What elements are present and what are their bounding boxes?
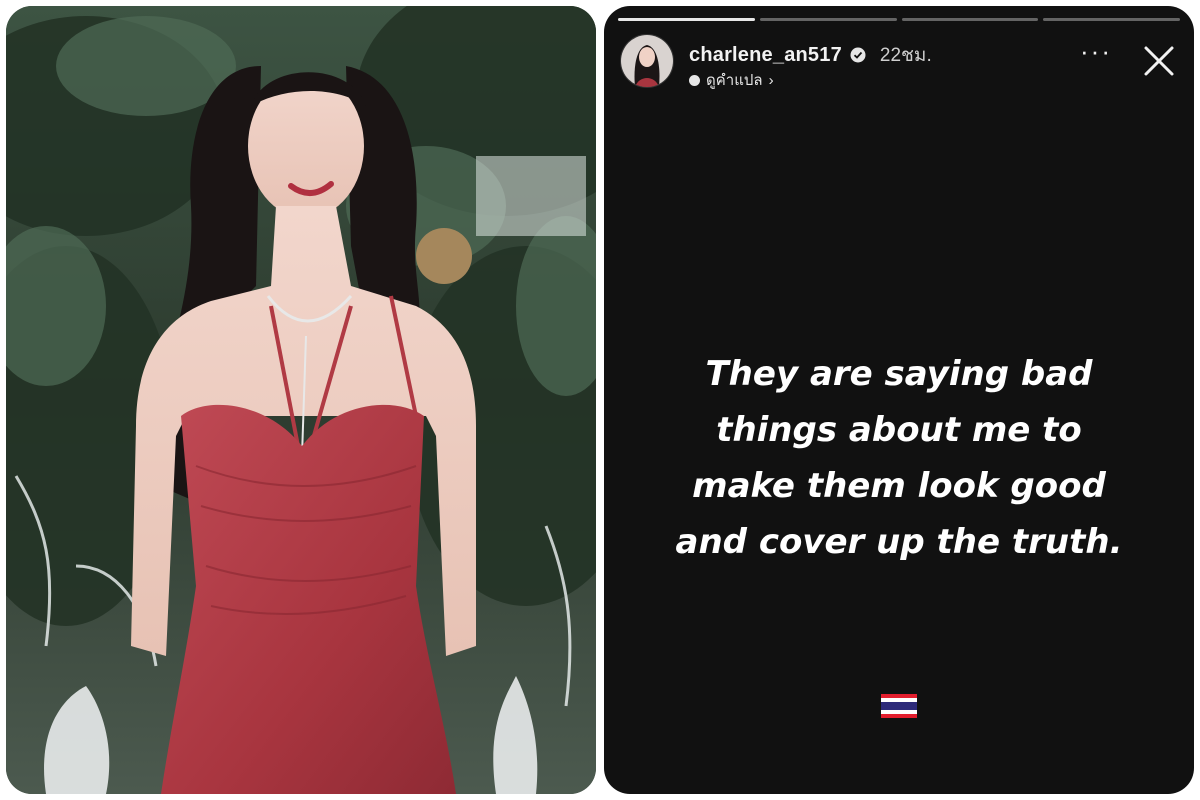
thailand-flag-icon bbox=[881, 694, 917, 718]
translate-label: ดูคำแปล bbox=[706, 72, 763, 89]
story-text-line: things about me to bbox=[716, 410, 1082, 450]
story-text-line: make them look good bbox=[692, 466, 1106, 506]
progress-segment bbox=[1043, 18, 1180, 21]
avatar[interactable] bbox=[620, 34, 674, 88]
close-icon[interactable] bbox=[1142, 44, 1176, 78]
story-text: They are saying bad things about me to m… bbox=[634, 346, 1164, 570]
translate-link[interactable]: ดูคำแปล › bbox=[689, 68, 774, 92]
avatar-image bbox=[621, 35, 673, 87]
red-dress bbox=[161, 404, 456, 794]
story-text-line: They are saying bad bbox=[705, 354, 1093, 394]
story-progress-bar bbox=[618, 18, 1180, 21]
post-time: 22ชม. bbox=[879, 45, 932, 66]
more-options-icon[interactable]: ··· bbox=[1080, 38, 1112, 64]
photo-panel bbox=[6, 6, 596, 794]
verified-badge-icon bbox=[850, 47, 866, 63]
woman-in-red-dress-photo bbox=[6, 6, 596, 794]
story-header: charlene_an517 22ชม. bbox=[689, 40, 932, 70]
translate-icon bbox=[689, 74, 700, 86]
chevron-right-icon: › bbox=[768, 71, 774, 89]
progress-segment bbox=[618, 18, 755, 21]
progress-segment bbox=[901, 18, 1039, 21]
story-panel: charlene_an517 22ชม. ดูคำแปล › ··· They … bbox=[604, 6, 1194, 794]
progress-segment bbox=[759, 18, 897, 21]
story-text-line: and cover up the truth. bbox=[675, 522, 1123, 562]
username[interactable]: charlene_an517 bbox=[689, 44, 842, 67]
